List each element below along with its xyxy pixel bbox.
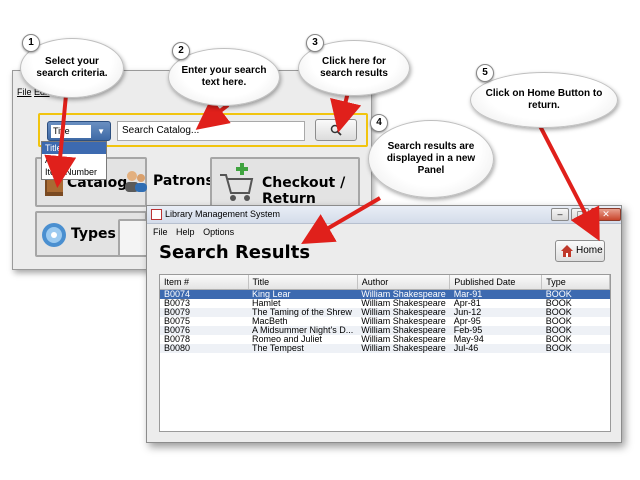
cell-item: B0080: [160, 344, 248, 353]
cart-icon: [220, 163, 254, 201]
cell-item: B0073: [164, 299, 191, 308]
home-icon: [561, 245, 573, 257]
col-type[interactable]: Type: [541, 275, 610, 290]
results-menubar: File Help Options: [153, 227, 240, 237]
callout-4: Search results are displayed in a new Pa…: [368, 120, 494, 198]
search-results-window: Library Management System – □ ✕ File Hel…: [146, 205, 622, 443]
cell-title: King Lear: [248, 289, 358, 299]
callout-4-text: Search results are displayed in a new Pa…: [386, 141, 476, 176]
cell-date: Jun-12: [449, 308, 542, 317]
cell-type: BOOK: [541, 308, 610, 317]
criteria-option-author[interactable]: Author: [42, 154, 106, 166]
chevron-down-icon: ▼: [97, 127, 105, 136]
app-icon: [151, 209, 162, 220]
cell-author: William Shakespeare: [357, 308, 450, 317]
cell-item: B0075: [164, 317, 191, 326]
callout-2-number: 2: [172, 42, 190, 60]
table-row[interactable]: B0074 King Lear William Shakespeare Mar-…: [160, 289, 610, 299]
cell-date: Apr-95: [453, 317, 481, 326]
criteria-option-title[interactable]: Title: [42, 142, 106, 154]
cell-title: The Tempest: [248, 344, 358, 353]
cell-item: B0079: [160, 308, 248, 317]
cell-title: A Midsummer Night's D...: [248, 326, 358, 335]
search-icon: [330, 124, 342, 136]
results-titlebar: Library Management System – □ ✕: [147, 206, 621, 224]
cell-title: MacBeth: [252, 317, 288, 326]
col-item[interactable]: Item #: [160, 275, 249, 290]
callout-4-number: 4: [370, 114, 388, 132]
menu-file[interactable]: File: [17, 87, 32, 97]
cell-date: Mar-91: [449, 289, 542, 299]
cell-author: William Shakespeare: [361, 335, 446, 344]
table-header-row: Item # Title Author Published Date Type: [160, 275, 610, 290]
tile-patrons-label: Patrons: [153, 173, 214, 189]
cell-title: Romeo and Juliet: [252, 335, 323, 344]
tile-patrons[interactable]: Patrons: [117, 157, 214, 207]
criteria-value: Title: [51, 125, 91, 138]
criteria-select[interactable]: Title ▼: [47, 121, 111, 141]
search-input[interactable]: Search Catalog...: [117, 121, 305, 141]
cell-item: B0078: [164, 335, 191, 344]
menu-options[interactable]: Options: [203, 227, 234, 237]
criteria-dropdown: Title Author Item Number: [41, 141, 107, 180]
cell-date: May-94: [453, 335, 484, 344]
callout-3-text: Click here for search results: [320, 56, 388, 79]
table-row[interactable]: B0073 Hamlet William Shakespeare Apr-81 …: [160, 299, 610, 308]
tile-types-label: Types: [71, 226, 116, 242]
cell-type: BOOK: [545, 299, 572, 308]
search-button[interactable]: [315, 119, 357, 141]
patrons-icon: [125, 171, 147, 192]
results-table: Item # Title Author Published Date Type …: [159, 274, 611, 432]
cell-title: Hamlet: [252, 299, 281, 308]
callout-5-number: 5: [476, 64, 494, 82]
cell-type: BOOK: [541, 344, 610, 353]
callout-1-text: Select your search criteria.: [36, 56, 108, 79]
maximize-button[interactable]: □: [571, 208, 589, 221]
cell-author: William Shakespeare: [357, 344, 450, 353]
col-published[interactable]: Published Date: [449, 275, 543, 290]
cell-title: The Taming of the Shrew: [248, 308, 358, 317]
close-button[interactable]: ✕: [591, 208, 621, 221]
tile-checkout-label: Checkout / Return: [262, 175, 346, 207]
callout-2-text: Enter your search text here.: [181, 65, 267, 88]
cell-item: B0074: [160, 289, 248, 299]
table-row[interactable]: B0080 The Tempest William Shakespeare Ju…: [160, 344, 610, 353]
cell-author: William Shakespeare: [357, 289, 450, 299]
home-button-label: Home: [576, 245, 603, 256]
table-row[interactable]: B0078 Romeo and Juliet William Shakespea…: [160, 335, 610, 344]
cell-date: Jul-46: [449, 344, 542, 353]
cell-item: B0076: [160, 326, 248, 335]
col-title[interactable]: Title: [248, 275, 358, 290]
cell-type: BOOK: [541, 326, 610, 335]
results-window-title: Library Management System: [165, 209, 281, 219]
tutorial-canvas: File Edit Title ▼ Search Catalog... Cata…: [0, 0, 640, 480]
callout-5: Click on Home Button to return.: [470, 72, 618, 128]
col-author[interactable]: Author: [357, 275, 451, 290]
minimize-button[interactable]: –: [551, 208, 569, 221]
menu-help[interactable]: Help: [176, 227, 195, 237]
home-button[interactable]: Home: [555, 240, 605, 262]
cell-date: Feb-95: [449, 326, 542, 335]
callout-1-number: 1: [22, 34, 40, 52]
types-icon: [42, 223, 66, 247]
cell-author: William Shakespeare: [361, 299, 446, 308]
menu-file-2[interactable]: File: [153, 227, 168, 237]
page-title: Search Results: [159, 242, 311, 263]
callout-5-text: Click on Home Button to return.: [485, 88, 603, 111]
table-row[interactable]: B0079 The Taming of the Shrew William Sh…: [160, 308, 610, 317]
tile-report[interactable]: [118, 219, 148, 257]
cell-date: Apr-81: [453, 299, 481, 308]
table-row[interactable]: B0075 MacBeth William Shakespeare Apr-95…: [160, 317, 610, 326]
cell-author: William Shakespeare: [361, 317, 446, 326]
criteria-option-item-number[interactable]: Item Number: [42, 166, 106, 178]
cell-type: BOOK: [545, 335, 572, 344]
cell-author: William Shakespeare: [357, 326, 450, 335]
cell-type: BOOK: [541, 289, 610, 299]
callout-3-number: 3: [306, 34, 324, 52]
table-row[interactable]: B0076 A Midsummer Night's D... William S…: [160, 326, 610, 335]
cell-type: BOOK: [545, 317, 572, 326]
tile-checkout[interactable]: Checkout / Return: [210, 157, 360, 207]
